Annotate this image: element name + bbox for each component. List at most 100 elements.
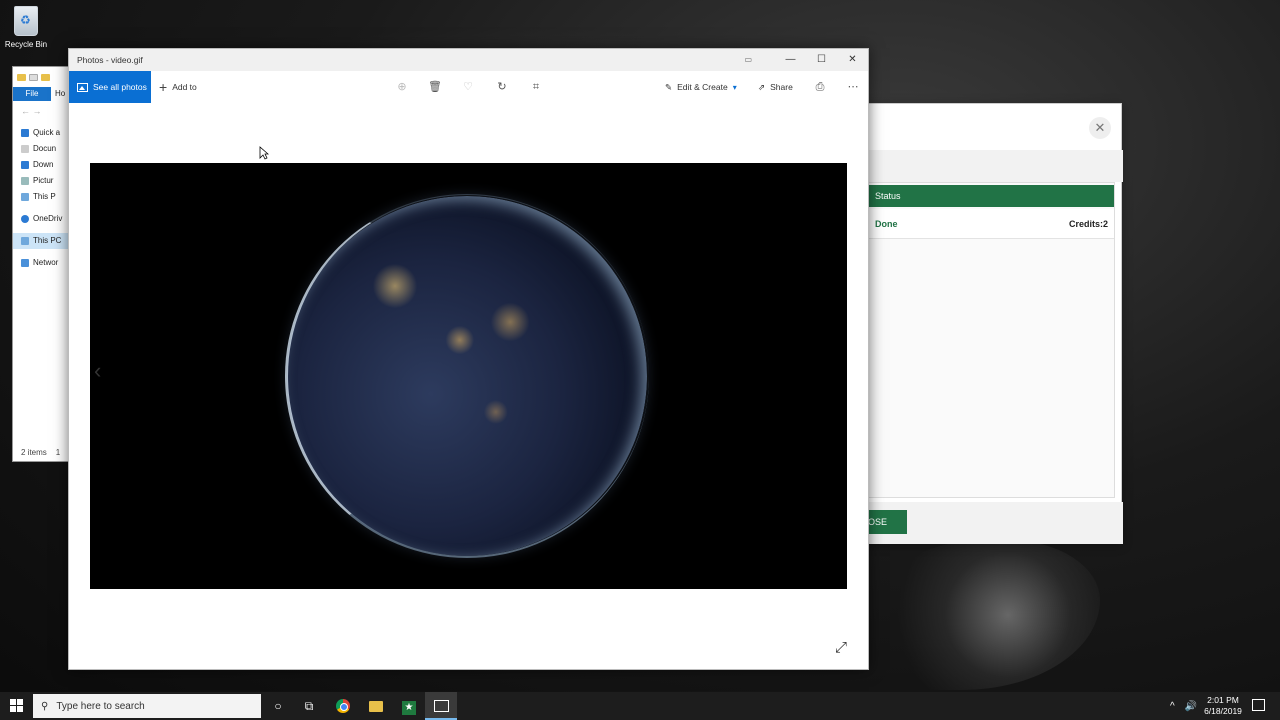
chrome-taskbar-button[interactable] <box>327 692 359 720</box>
nav-item-pictures[interactable]: Pictur <box>13 173 71 189</box>
delete-icon[interactable]: 🗑 <box>427 79 443 95</box>
desktop-wallpaper-leaf <box>870 540 1100 690</box>
photos-toolbar: See all photos + Add to ⊕ 🗑 ♡ ↻ ⌗ ✎ Edit… <box>69 71 868 103</box>
add-to-label: Add to <box>172 82 197 92</box>
dialog-strip <box>861 150 1123 182</box>
compact-overlay-icon[interactable]: ▭ <box>744 49 752 71</box>
window-controls: — ☐ ✕ <box>775 49 868 71</box>
file-explorer-window[interactable]: File Ho ← → Quick a Docun Down Pictur Th… <box>12 66 72 462</box>
share-icon: ⇗ <box>758 81 766 92</box>
add-to-button[interactable]: + Add to <box>159 71 197 103</box>
explorer-nav-arrows[interactable]: ← → <box>13 101 71 121</box>
explorer-titlebar <box>13 67 71 87</box>
rotate-icon[interactable]: ↻ <box>494 79 510 95</box>
new-folder-icon[interactable] <box>41 73 50 81</box>
explorer-ribbon: File Ho <box>13 87 71 101</box>
explorer-status-bar: 2 items 1 <box>21 448 60 457</box>
nav-item-quick-access[interactable]: Quick a <box>13 125 71 141</box>
nav-item-this-pc[interactable]: This PC <box>13 233 71 249</box>
app-taskbar-button[interactable]: ★ <box>393 692 425 720</box>
nav-item-onedrive[interactable]: OneDriv <box>13 211 71 227</box>
nav-item-this-pc-quick[interactable]: This P <box>13 189 71 205</box>
nav-item-label: Quick a <box>33 128 61 137</box>
computer-icon <box>21 237 29 245</box>
search-placeholder: Type here to search <box>56 700 145 712</box>
maximize-button[interactable]: ☐ <box>806 49 837 71</box>
chevron-up-icon[interactable]: ^ <box>1170 701 1175 712</box>
close-window-button[interactable]: ✕ <box>837 49 868 71</box>
properties-icon[interactable] <box>29 73 38 81</box>
document-icon <box>21 145 29 153</box>
computer-icon <box>21 193 29 201</box>
edit-pen-icon: ✎ <box>665 81 673 92</box>
cortana-icon[interactable]: ○ <box>262 692 294 720</box>
volume-icon[interactable]: 🔊 <box>1185 701 1197 712</box>
clock-time: 2:01 PM <box>1207 695 1239 705</box>
image-viewer[interactable]: ‹ <box>90 163 847 589</box>
nav-item-downloads[interactable]: Down <box>13 157 71 173</box>
previous-image-icon[interactable]: ‹ <box>94 358 101 384</box>
see-all-photos-label: See all photos <box>93 82 147 92</box>
pictures-icon <box>21 177 29 185</box>
search-icon: ⚲ <box>41 700 49 712</box>
file-explorer-taskbar-button[interactable] <box>360 692 392 720</box>
share-label: Share <box>770 82 793 92</box>
folder-icon <box>369 701 383 712</box>
status-table: Status Done Credits:2 <box>867 182 1115 498</box>
pictures-icon <box>77 82 88 92</box>
crop-icon[interactable]: ⌗ <box>528 79 544 95</box>
earth-atmosphere <box>285 194 649 558</box>
star-icon <box>21 129 29 137</box>
conversion-dialog: ✕ Status Done Credits:2 OSE <box>860 103 1123 544</box>
status-value: Done <box>875 219 898 229</box>
task-view-icon[interactable]: ⧉ <box>293 692 325 720</box>
notification-icon[interactable] <box>1252 699 1265 711</box>
chrome-icon <box>336 699 350 713</box>
taskbar: ⚲ Type here to search ○ ⧉ ★ ^ 🔊 2:01 PM … <box>0 692 1280 720</box>
clock[interactable]: 2:01 PM 6/18/2019 <box>1200 695 1246 717</box>
more-options-icon[interactable]: ⋯ <box>845 79 861 95</box>
tab-file[interactable]: File <box>13 87 51 101</box>
nav-item-network[interactable]: Networ <box>13 255 71 271</box>
minimize-button[interactable]: — <box>775 49 806 71</box>
print-icon[interactable]: ⎙ <box>812 79 828 95</box>
edit-create-button[interactable]: ✎ Edit & Create ▾ <box>665 71 737 103</box>
network-icon <box>21 259 29 267</box>
table-header: Status <box>868 185 1114 207</box>
mouse-cursor-icon <box>259 146 270 165</box>
cloud-icon <box>21 215 29 223</box>
recycle-bin-shortcut[interactable]: Recycle Bin <box>4 4 48 49</box>
nav-item-label: Down <box>33 160 54 169</box>
nav-item-label: This PC <box>33 236 62 245</box>
photos-window: Photos - video.gif ▭ — ☐ ✕ See all photo… <box>68 48 869 670</box>
chevron-down-icon: ▾ <box>732 82 737 92</box>
explorer-nav-pane: Quick a Docun Down Pictur This P OneDriv… <box>13 121 71 271</box>
star-app-icon: ★ <box>402 701 416 715</box>
item-count: 2 items <box>21 448 47 457</box>
table-row: Done Credits:2 <box>868 209 1114 239</box>
status-extra: 1 <box>55 448 61 457</box>
folder-icon <box>17 73 26 81</box>
recycle-bin-label: Recycle Bin <box>4 40 48 49</box>
photos-taskbar-button[interactable] <box>425 692 457 720</box>
fullscreen-icon[interactable]: ⤢ <box>835 639 847 656</box>
tab-home[interactable]: Ho <box>51 87 65 101</box>
start-button[interactable] <box>10 699 23 712</box>
see-all-photos-button[interactable]: See all photos <box>69 71 151 103</box>
plus-icon: + <box>159 79 168 95</box>
photos-icon <box>433 700 449 712</box>
nav-item-label: Networ <box>33 258 59 267</box>
zoom-icon[interactable]: ⊕ <box>394 79 410 95</box>
photos-titlebar: Photos - video.gif ▭ — ☐ ✕ <box>69 49 868 71</box>
credits-value: Credits:2 <box>1068 219 1108 229</box>
nav-item-documents[interactable]: Docun <box>13 141 71 157</box>
window-title: Photos - video.gif <box>77 55 143 65</box>
favorite-icon[interactable]: ♡ <box>460 79 476 95</box>
nav-item-label: This P <box>33 192 56 201</box>
system-tray: ^ 🔊 <box>1170 692 1197 720</box>
close-icon[interactable]: ✕ <box>1089 117 1111 139</box>
nav-item-label: Pictur <box>33 176 54 185</box>
search-box[interactable]: ⚲ Type here to search <box>33 694 261 718</box>
share-button[interactable]: ⇗ Share <box>758 71 793 103</box>
clock-date: 6/18/2019 <box>1204 706 1242 716</box>
